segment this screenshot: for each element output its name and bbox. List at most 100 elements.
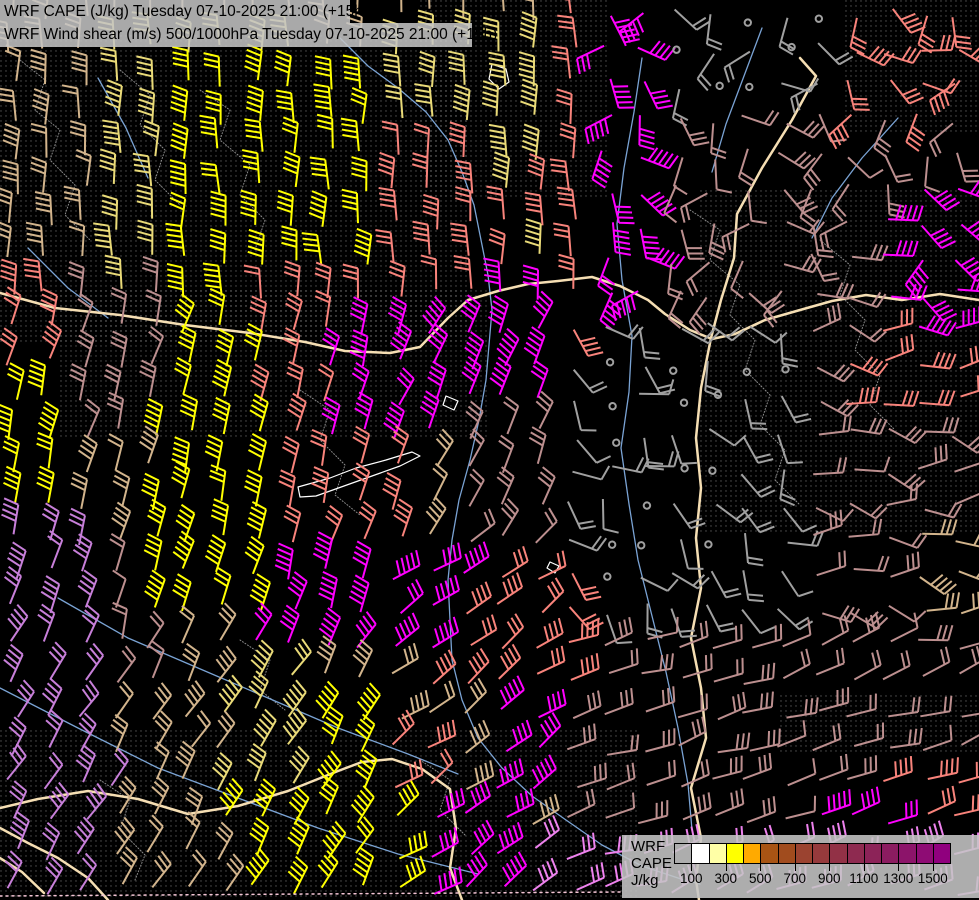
wind-barb <box>710 658 747 682</box>
wind-barb <box>108 470 131 507</box>
wind-barb <box>208 499 228 535</box>
wind-barb <box>782 563 813 600</box>
wind-barb <box>280 639 313 675</box>
title-line-cape: WRF CAPE (J/kg) Tuesday 07-10-2025 21:00… <box>0 0 350 23</box>
wind-barb <box>346 575 370 612</box>
wind-barb <box>0 645 24 682</box>
wind-barb <box>916 647 953 676</box>
cape-legend-labels: WRF CAPE J/kg <box>631 838 672 889</box>
wind-barb <box>747 729 783 751</box>
wind-barb <box>738 753 775 779</box>
wind-barb <box>642 760 679 785</box>
wind-barb <box>456 469 486 506</box>
legend-cell <box>898 843 916 864</box>
wind-barb <box>670 367 677 374</box>
wind-barb <box>0 605 30 642</box>
wind-barb <box>277 436 300 473</box>
wind-barb <box>812 551 849 576</box>
wind-barb <box>275 470 296 506</box>
wind-barb <box>847 650 884 680</box>
wind-barb <box>925 757 961 779</box>
wind-barb <box>639 115 655 149</box>
wind-barb <box>787 110 824 139</box>
wind-barb <box>525 508 560 543</box>
wind-barb <box>854 554 889 571</box>
wind-barb <box>672 717 709 746</box>
wind-barb <box>175 644 201 681</box>
wind-barb <box>609 541 616 548</box>
title-line-windshear: WRF Wind shear (m/s) 500/1000hPa Tuesday… <box>0 23 472 47</box>
wind-barb <box>746 84 753 91</box>
wind-barb <box>612 452 648 474</box>
wind-barb <box>612 190 634 227</box>
wind-barb <box>668 264 687 299</box>
wind-barb <box>104 682 136 718</box>
wind-barb <box>706 14 725 50</box>
wind-barb <box>425 617 462 648</box>
wind-barb <box>488 644 523 678</box>
wind-barb <box>490 499 521 536</box>
wind-barb <box>64 509 85 545</box>
wind-barb <box>884 613 921 642</box>
wrf-weather-map: WRF CAPE (J/kg) Tuesday 07-10-2025 21:00… <box>0 0 979 900</box>
wind-barb <box>386 550 423 579</box>
wind-barb <box>716 733 752 753</box>
legend-cell <box>778 843 796 864</box>
wind-barb <box>711 123 728 158</box>
wind-barb <box>241 470 262 506</box>
wind-barb <box>642 728 679 751</box>
wind-barb <box>743 568 764 604</box>
wind-barb <box>606 313 643 340</box>
wind-barb <box>641 184 676 218</box>
wind-barb <box>529 618 566 648</box>
wind-barb <box>716 82 724 90</box>
legend-tick <box>933 864 934 871</box>
wind-barb <box>672 89 694 125</box>
wind-barb <box>925 592 960 610</box>
wind-barb <box>959 557 979 583</box>
wind-barb <box>492 329 521 366</box>
legend-cell <box>933 843 951 864</box>
wind-barb <box>599 688 636 714</box>
wind-barb <box>73 605 101 642</box>
wind-barb <box>573 457 610 480</box>
wind-barb <box>141 683 173 719</box>
wind-barb <box>523 427 546 464</box>
wind-barb <box>532 578 567 613</box>
wind-barb <box>884 800 921 824</box>
wind-barb <box>956 625 979 648</box>
wind-barb <box>0 467 21 503</box>
legend-tick <box>829 864 830 871</box>
wind-barb <box>641 564 678 592</box>
wind-barb <box>167 461 190 498</box>
wind-barb <box>458 582 494 614</box>
wind-barb <box>638 34 675 62</box>
wind-barb <box>925 157 943 192</box>
wind-barb <box>493 397 519 434</box>
legend-label-unit: J/kg <box>631 872 672 889</box>
legend-cell <box>726 843 744 864</box>
wind-barb <box>488 467 515 504</box>
wind-barb <box>168 606 195 643</box>
wind-barb <box>712 564 742 601</box>
wind-barb <box>0 436 20 472</box>
wind-barb <box>106 502 132 539</box>
wind-barb <box>532 551 569 579</box>
legend-tick <box>795 864 796 871</box>
wind-barb <box>782 758 819 785</box>
wind-barb <box>141 570 167 607</box>
wind-barb <box>597 258 623 295</box>
wind-barb <box>520 327 546 364</box>
wind-barb <box>395 690 432 718</box>
wind-barb <box>310 681 341 718</box>
wind-barb <box>846 787 883 815</box>
wind-barb <box>574 322 603 359</box>
wind-barb <box>876 650 913 679</box>
wind-barb <box>348 541 371 578</box>
wind-barb <box>0 404 13 440</box>
wind-barb <box>140 534 162 570</box>
wind-barb <box>920 565 956 597</box>
legend-cell <box>864 843 882 864</box>
wind-barb <box>608 402 617 411</box>
wind-barb <box>454 678 489 713</box>
